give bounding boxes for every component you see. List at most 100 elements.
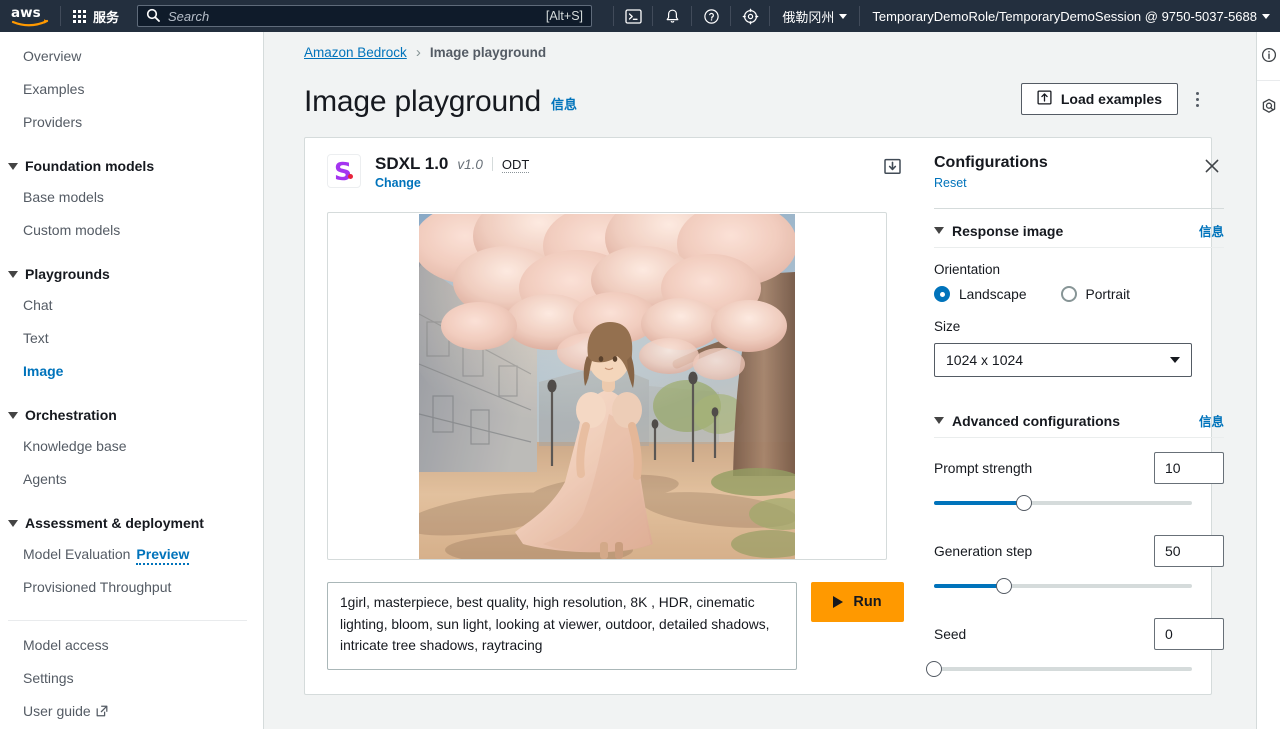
slider-label: Prompt strength xyxy=(934,460,1033,476)
sidebar-group-orchestration[interactable]: Orchestration xyxy=(0,400,263,430)
question-circle-icon[interactable] xyxy=(692,0,730,32)
slider-thumb[interactable] xyxy=(1016,495,1033,511)
svg-text:aws: aws xyxy=(11,5,41,21)
sidebar-group-label: Orchestration xyxy=(25,407,117,423)
header-actions: Load examples xyxy=(1020,83,1212,115)
run-button[interactable]: Run xyxy=(811,582,904,622)
seed-slider[interactable] xyxy=(926,661,1192,677)
sidebar-item-agents[interactable]: Agents xyxy=(0,463,263,496)
sidebar-group-label: Assessment & deployment xyxy=(25,515,204,531)
sidebar-group-assessment-deployment[interactable]: Assessment & deployment xyxy=(0,508,263,538)
orientation-option-landscape[interactable]: Landscape xyxy=(934,286,1027,302)
reset-link[interactable]: Reset xyxy=(934,176,1048,190)
chevron-down-icon xyxy=(934,227,944,234)
breadcrumb-link-amazon-bedrock[interactable]: Amazon Bedrock xyxy=(304,45,407,60)
load-examples-label: Load examples xyxy=(1060,91,1162,107)
region-selector[interactable]: 俄勒冈州 xyxy=(770,0,859,32)
services-menu-button[interactable]: 服务 xyxy=(61,0,131,32)
sidebar-item-image[interactable]: Image xyxy=(0,355,263,388)
main-content: Amazon Bedrock › Image playground Image … xyxy=(264,32,1256,729)
chevron-down-icon xyxy=(8,519,18,527)
sidebar-group-playgrounds[interactable]: Playgrounds xyxy=(0,259,263,289)
prompt-strength-value-input[interactable] xyxy=(1154,452,1224,484)
page-info-link[interactable]: 信息 xyxy=(551,94,577,113)
prompt-input[interactable] xyxy=(327,582,797,670)
bell-icon[interactable] xyxy=(653,0,691,32)
more-vertical-icon[interactable] xyxy=(1182,83,1212,115)
search-icon xyxy=(146,8,160,25)
global-search-box[interactable]: [Alt+S] xyxy=(137,5,593,27)
info-circle-icon[interactable] xyxy=(1258,44,1280,66)
model-title-line: SDXL 1.0 v1.0 ODT xyxy=(375,154,530,174)
playground-left-pane: S SDXL 1.0 v1.0 ODT Change 1girl, master… xyxy=(305,138,922,694)
section-header-response-image[interactable]: Response image 信息 xyxy=(934,209,1224,248)
sidebar-group-foundation-models[interactable]: Foundation models xyxy=(0,151,263,181)
prompt-strength-slider[interactable] xyxy=(934,495,1192,511)
load-examples-button[interactable]: Load examples xyxy=(1020,83,1178,115)
slider-thumb[interactable] xyxy=(995,578,1012,594)
close-icon[interactable] xyxy=(1200,154,1224,178)
generated-image[interactable] xyxy=(419,213,795,559)
shield-hex-icon[interactable] xyxy=(1258,95,1280,117)
top-nav-right-group: 俄勒冈州 TemporaryDemoRole/TemporaryDemoSess… xyxy=(613,0,1280,32)
slider-top-row: Generation step xyxy=(934,535,1224,567)
search-input[interactable] xyxy=(168,8,538,24)
sidebar-item-overview[interactable]: Overview xyxy=(0,40,263,73)
orientation-label: Orientation xyxy=(934,262,1001,277)
external-link-icon xyxy=(96,702,108,723)
sidebar-item-model-access[interactable]: Model access xyxy=(0,629,263,662)
chevron-down-icon xyxy=(8,270,18,278)
top-navigation: aws 服务 [Alt+S] xyxy=(0,0,1280,32)
slider-group-generation-step: Generation step xyxy=(934,535,1224,594)
configurations-title-block: Configurations Reset xyxy=(934,154,1048,190)
configurations-panel: Configurations Reset Response image 信息 O… xyxy=(922,138,1242,694)
slider-fill xyxy=(934,501,1025,505)
size-select[interactable]: 1024 x 1024 xyxy=(934,343,1192,377)
sidebar-item-providers[interactable]: Providers xyxy=(0,106,263,139)
grid-icon xyxy=(73,9,86,23)
section-header-advanced-configurations[interactable]: Advanced configurations 信息 xyxy=(934,399,1224,438)
slider-thumb[interactable] xyxy=(926,661,942,677)
sidebar-group-label: Playgrounds xyxy=(25,266,110,282)
chevron-down-icon xyxy=(934,417,944,424)
account-menu[interactable]: TemporaryDemoRole/TemporaryDemoSession @… xyxy=(860,0,1280,32)
sidebar-item-base-models[interactable]: Base models xyxy=(0,181,263,214)
section-info-link[interactable]: 信息 xyxy=(1199,221,1224,240)
throughput-badge[interactable]: ODT xyxy=(501,157,530,173)
section-title: Response image xyxy=(952,222,1064,239)
download-icon[interactable] xyxy=(880,154,904,178)
sidebar-item-custom-models[interactable]: Custom models xyxy=(0,214,263,247)
section-info-link[interactable]: 信息 xyxy=(1199,411,1224,430)
sidebar-item-knowledge-base[interactable]: Knowledge base xyxy=(0,430,263,463)
page-header: Image playground 信息 Load examples xyxy=(304,83,1256,119)
aws-logo[interactable]: aws xyxy=(0,0,60,32)
sidebar-item-user-guide[interactable]: User guide xyxy=(0,695,263,729)
sidebar-item-examples[interactable]: Examples xyxy=(0,73,263,106)
sidebar-item-text[interactable]: Text xyxy=(0,322,263,355)
sidebar-item-provisioned-throughput[interactable]: Provisioned Throughput xyxy=(0,571,263,604)
seed-value-input[interactable] xyxy=(1154,618,1224,650)
chevron-down-icon xyxy=(8,162,18,170)
generation-step-value-input[interactable] xyxy=(1154,535,1224,567)
account-label: TemporaryDemoRole/TemporaryDemoSession @… xyxy=(872,8,1257,24)
cloudshell-icon[interactable] xyxy=(614,0,652,32)
chevron-down-icon xyxy=(1262,13,1270,19)
sidebar-item-model-evaluation[interactable]: Model Evaluation Preview xyxy=(0,538,263,571)
page-body: Overview Examples Providers Foundation m… xyxy=(0,32,1280,729)
slider-group-seed: Seed xyxy=(926,618,1224,677)
chevron-down-icon xyxy=(1170,357,1180,363)
configurations-header: Configurations Reset xyxy=(934,154,1224,190)
breadcrumb: Amazon Bedrock › Image playground xyxy=(304,32,1256,61)
gear-icon[interactable] xyxy=(731,0,769,32)
size-label: Size xyxy=(934,319,961,334)
model-name: SDXL 1.0 xyxy=(375,154,449,173)
orientation-option-label: Portrait xyxy=(1085,286,1130,302)
generated-image-frame xyxy=(327,212,887,560)
section-title: Advanced configurations xyxy=(952,412,1121,429)
orientation-option-portrait[interactable]: Portrait xyxy=(1060,286,1130,302)
sidebar-item-chat[interactable]: Chat xyxy=(0,289,263,322)
generation-step-slider[interactable] xyxy=(934,578,1192,594)
sidebar-item-settings[interactable]: Settings xyxy=(0,662,263,695)
change-model-link[interactable]: Change xyxy=(375,176,529,190)
sidebar-navigation: Overview Examples Providers Foundation m… xyxy=(0,32,264,729)
